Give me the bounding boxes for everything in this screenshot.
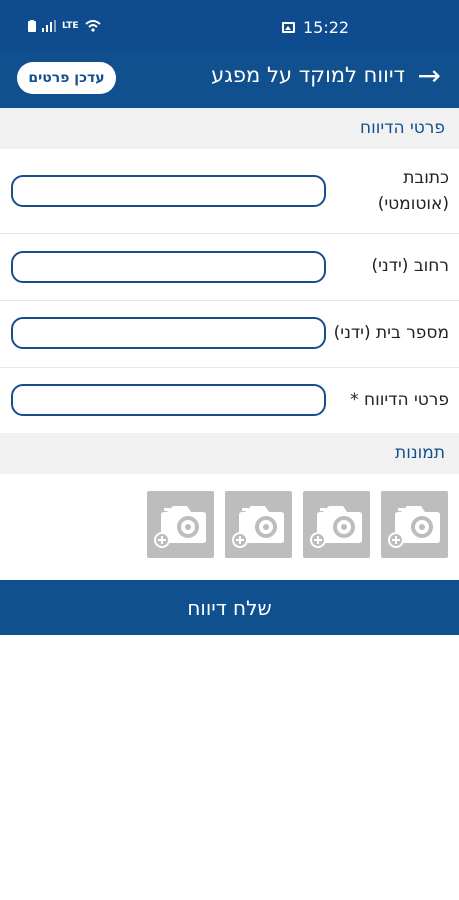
photo-slot[interactable]: [381, 491, 448, 558]
signal-icon: [42, 20, 56, 32]
update-details-button[interactable]: עדכן פרטים: [17, 62, 116, 94]
photos-area: [0, 474, 459, 578]
address-field[interactable]: [11, 175, 326, 207]
photo-slot[interactable]: [303, 491, 370, 558]
report-details-header: פרטי הדיווח: [0, 108, 459, 149]
clock: 15:22: [303, 18, 350, 37]
address-label-line2: (אוטומטי): [377, 194, 449, 214]
house-number-label: מספר בית (ידני): [333, 323, 449, 343]
status-clock-group: 15:22: [282, 18, 349, 37]
add-photo-icon: [232, 506, 284, 548]
house-number-row: מספר בית (ידני): [0, 301, 459, 368]
photo-slot[interactable]: [147, 491, 214, 558]
street-row: רחוב (ידני): [0, 234, 459, 301]
send-report-button[interactable]: שלח דיווח: [0, 580, 459, 635]
add-photo-icon: [388, 506, 440, 548]
back-arrow-icon[interactable]: →: [418, 62, 441, 90]
street-label: רחוב (ידני): [371, 256, 449, 276]
battery-icon: [28, 20, 36, 32]
status-bar: LTE 15:22: [0, 0, 459, 50]
report-details-field[interactable]: [11, 384, 326, 416]
status-indicators: LTE: [28, 20, 101, 32]
photo-slot[interactable]: [225, 491, 292, 558]
page-title: דיווח למוקד על מפגע: [211, 63, 405, 87]
network-type: LTE: [62, 21, 79, 31]
street-field[interactable]: [11, 251, 326, 283]
app-header: → דיווח למוקד על מפגע עדכן פרטים: [0, 50, 459, 108]
wifi-icon: [84, 20, 101, 32]
add-photo-icon: [154, 506, 206, 548]
address-label-line1: כתובת: [403, 168, 449, 188]
photos-header: תמונות: [0, 433, 459, 474]
gallery-notification-icon: [282, 22, 295, 33]
add-photo-icon: [310, 506, 362, 548]
report-details-row: פרטי הדיווח *: [0, 368, 459, 433]
report-details-label: פרטי הדיווח *: [350, 390, 449, 410]
house-number-field[interactable]: [11, 317, 326, 349]
address-label: כתובת (אוטומטי): [378, 165, 449, 217]
address-row: כתובת (אוטומטי): [0, 149, 459, 234]
